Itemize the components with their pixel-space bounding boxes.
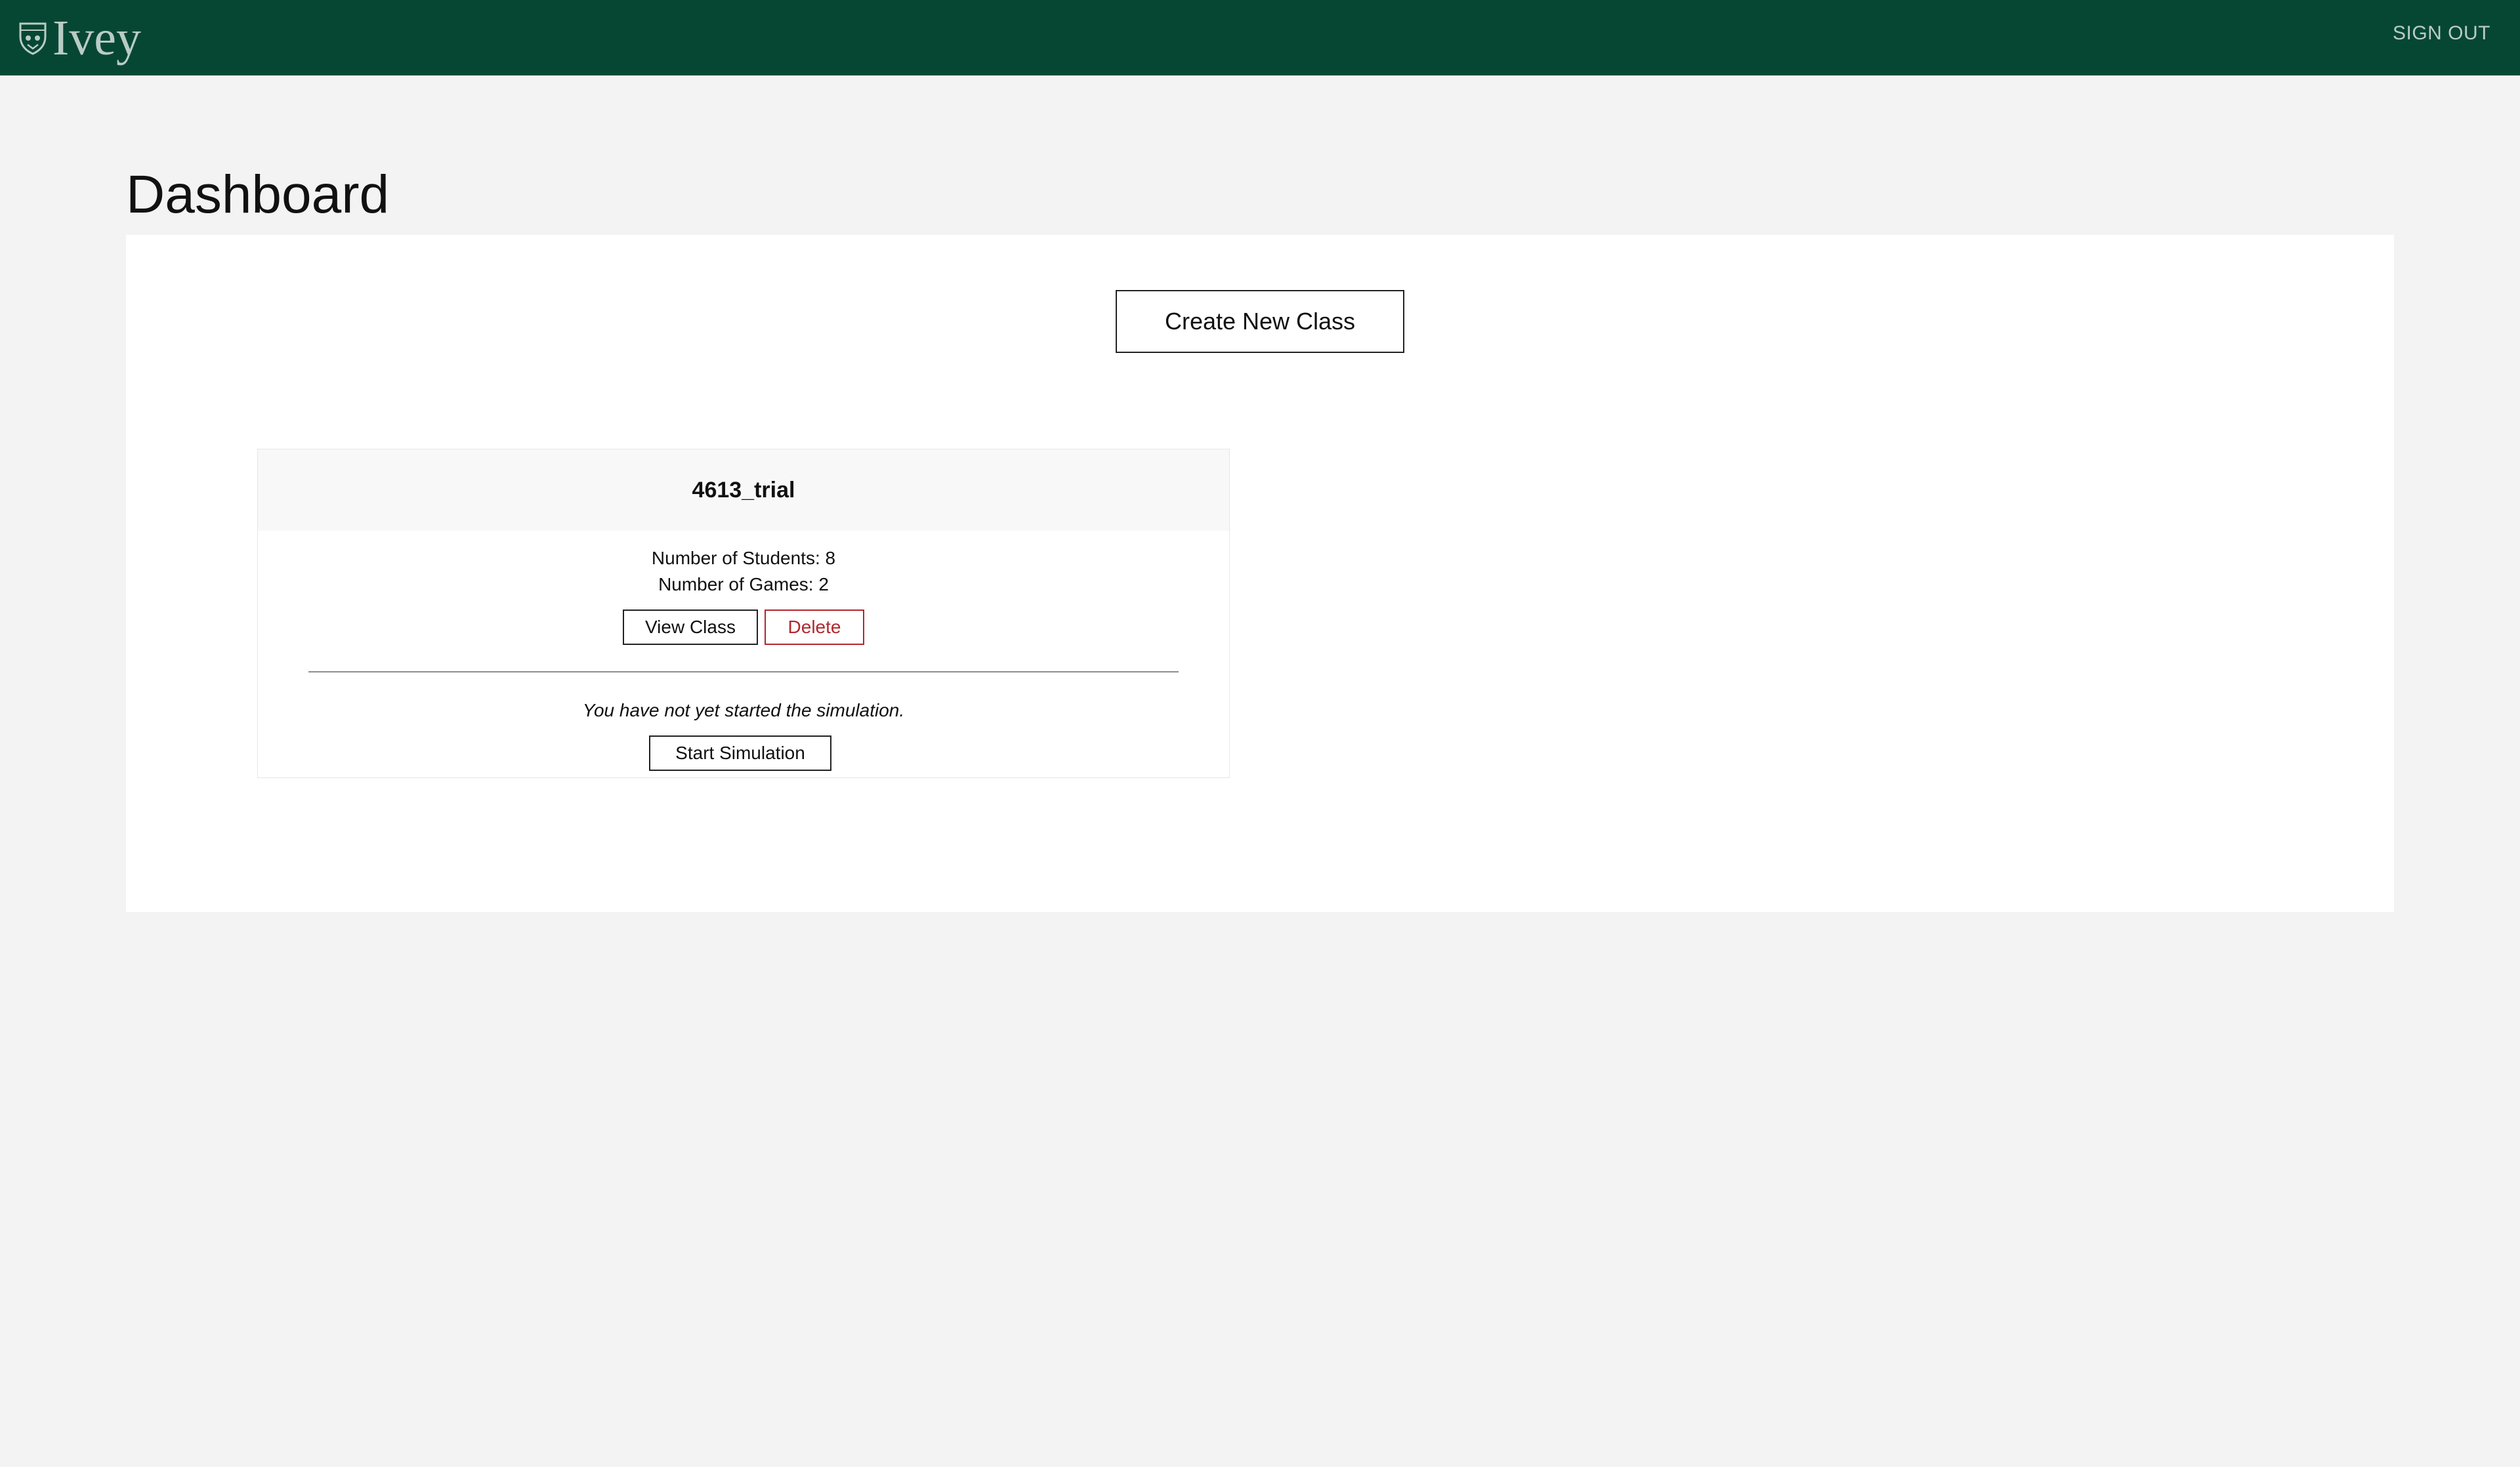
class-card: 4613_trial Number of Students: 8 Number … bbox=[257, 449, 1230, 778]
start-simulation-button[interactable]: Start Simulation bbox=[649, 735, 831, 771]
simulation-status: You have not yet started the simulation. bbox=[582, 700, 905, 720]
ivey-logo[interactable]: Ivey bbox=[18, 12, 141, 64]
sign-out-link[interactable]: SIGN OUT bbox=[2393, 22, 2490, 45]
logo-wordmark: Ivey bbox=[52, 10, 142, 66]
dashboard-panel: Create New Class 4613_trial Number of St… bbox=[126, 235, 2394, 912]
game-count: Number of Games: 2 bbox=[658, 574, 829, 594]
view-class-button[interactable]: View Class bbox=[623, 610, 758, 645]
card-divider bbox=[308, 671, 1179, 672]
class-card-title: 4613_trial bbox=[258, 449, 1229, 531]
top-navigation-bar: Ivey SIGN OUT bbox=[0, 0, 2520, 75]
shield-crest-icon bbox=[18, 21, 47, 55]
page-title: Dashboard bbox=[126, 165, 390, 224]
create-new-class-button[interactable]: Create New Class bbox=[1116, 290, 1404, 353]
delete-class-button[interactable]: Delete bbox=[765, 610, 864, 645]
student-count: Number of Students: 8 bbox=[651, 548, 836, 568]
class-actions: View Class Delete bbox=[258, 610, 1229, 645]
